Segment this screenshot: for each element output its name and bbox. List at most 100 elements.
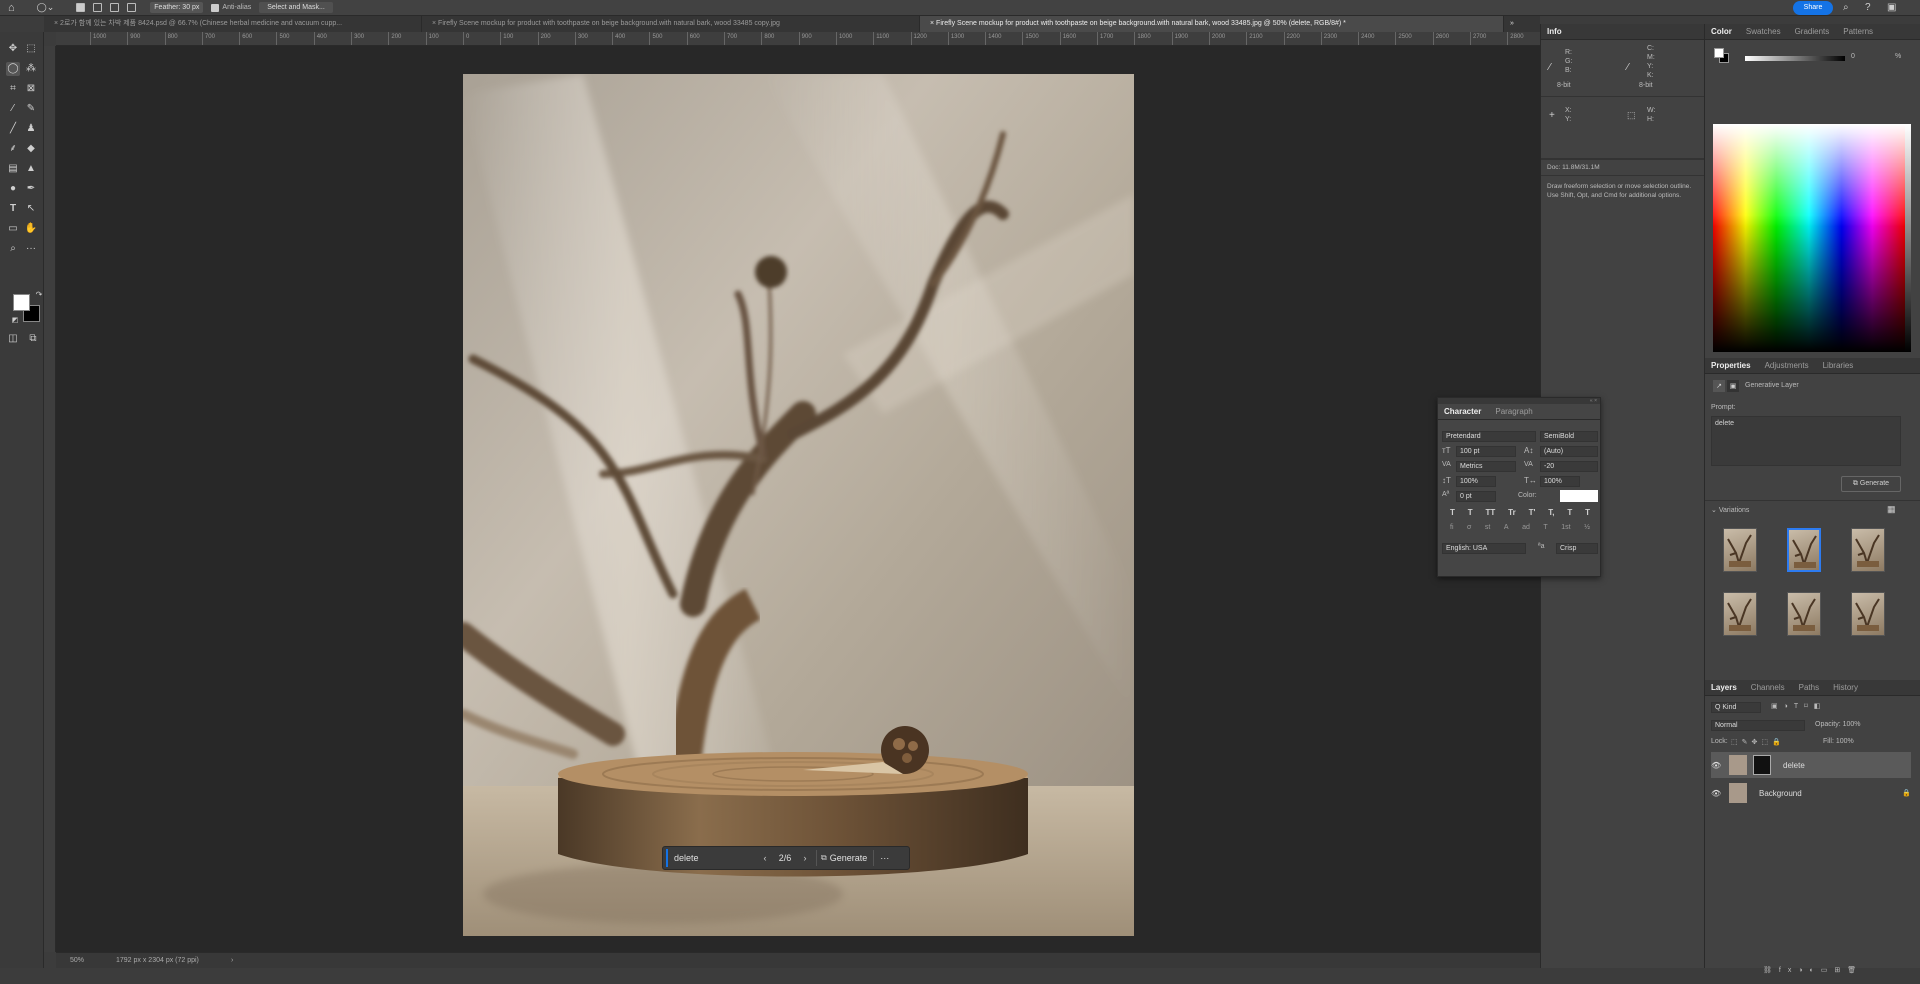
lasso-tool-icon[interactable]: ◯: [6, 62, 20, 76]
variation-thumbnail[interactable]: [1787, 528, 1821, 572]
tab-history[interactable]: History: [1833, 683, 1858, 692]
layer-kind-filter[interactable]: Q Kind: [1711, 702, 1761, 713]
home-icon[interactable]: ⌂: [8, 2, 15, 14]
opacity-field[interactable]: Opacity: 100%: [1815, 721, 1861, 728]
rectangle-tool-icon[interactable]: ▭: [6, 222, 20, 236]
stamp-tool-icon[interactable]: ♟: [24, 122, 38, 136]
tab-document-2[interactable]: × Firefly Scene mockup for product with …: [422, 16, 920, 32]
select-and-mask-button[interactable]: Select and Mask...: [259, 2, 333, 13]
blend-mode-select[interactable]: Normal: [1711, 720, 1805, 731]
tab-patterns[interactable]: Patterns: [1843, 27, 1873, 36]
brush-tool-icon[interactable]: ╱: [6, 122, 20, 136]
intersect-selection-icon[interactable]: [127, 3, 137, 12]
vertical-scale-field[interactable]: 100%: [1456, 476, 1496, 487]
tab-paragraph[interactable]: Paragraph: [1495, 407, 1532, 416]
screen-mode-icon[interactable]: ⧉: [26, 332, 40, 346]
tab-character[interactable]: Character: [1444, 407, 1481, 416]
more-options-button[interactable]: ···: [880, 853, 889, 863]
quick-mask-icon[interactable]: ◫: [6, 332, 20, 346]
type-tool-icon[interactable]: T: [6, 202, 20, 216]
eraser-tool-icon[interactable]: ◆: [24, 142, 38, 156]
type-style-button[interactable]: T: [1450, 508, 1455, 517]
variation-thumbnail[interactable]: [1723, 592, 1757, 636]
type-style-button[interactable]: T,: [1548, 508, 1554, 517]
blur-tool-icon[interactable]: ▲: [24, 162, 38, 176]
opentype-feature-button[interactable]: T: [1543, 524, 1547, 531]
fill-field[interactable]: Fill: 100%: [1823, 738, 1854, 745]
search-icon[interactable]: ⌕: [1843, 2, 1849, 13]
font-family-select[interactable]: Pretendard: [1442, 431, 1536, 442]
tab-properties[interactable]: Properties: [1711, 361, 1751, 370]
hue-slider[interactable]: [1745, 56, 1845, 61]
tab-libraries[interactable]: Libraries: [1823, 361, 1854, 370]
type-style-button[interactable]: Tr: [1508, 508, 1516, 517]
tracking-field[interactable]: -20: [1540, 461, 1598, 472]
gradient-tool-icon[interactable]: ▤: [6, 162, 20, 176]
share-button[interactable]: Share: [1793, 1, 1833, 15]
baseline-shift-field[interactable]: 0 pt: [1456, 491, 1496, 502]
type-style-button[interactable]: T: [1585, 508, 1590, 517]
tab-document-3[interactable]: × Firefly Scene mockup for product with …: [920, 16, 1504, 32]
frame-tool-icon[interactable]: ⊠: [24, 82, 38, 96]
tab-paths[interactable]: Paths: [1799, 683, 1819, 692]
crop-tool-icon[interactable]: ⌗: [6, 82, 20, 96]
variation-thumbnail[interactable]: [1787, 592, 1821, 636]
opentype-feature-button[interactable]: ½: [1584, 524, 1590, 531]
visibility-eye-icon[interactable]: 👁: [1711, 761, 1725, 770]
text-color-swatch[interactable]: [1560, 490, 1598, 502]
zoom-tool-icon[interactable]: ⌕: [6, 242, 20, 256]
tab-adjustments[interactable]: Adjustments: [1765, 361, 1809, 370]
path-select-icon[interactable]: ↖: [24, 202, 38, 216]
edit-toolbar-icon[interactable]: ···: [24, 242, 38, 256]
default-colors-icon[interactable]: ◩: [8, 314, 22, 328]
fg-swatch-mini[interactable]: [1714, 48, 1724, 58]
magic-wand-icon[interactable]: ⁂: [24, 62, 38, 76]
font-style-select[interactable]: SemiBold: [1540, 431, 1598, 442]
next-variation-icon[interactable]: ›: [798, 853, 812, 863]
tab-channels[interactable]: Channels: [1751, 683, 1785, 692]
document-image[interactable]: [463, 74, 1134, 936]
zoom-level[interactable]: 50%: [70, 953, 84, 969]
prompt-input[interactable]: delete: [674, 853, 758, 863]
type-style-button[interactable]: T': [1529, 508, 1536, 517]
opentype-feature-button[interactable]: 1st: [1561, 524, 1570, 531]
opentype-feature-button[interactable]: ad: [1522, 524, 1530, 531]
layer-filter-icons[interactable]: ▣◑T⌑◧: [1771, 702, 1826, 710]
dodge-tool-icon[interactable]: ●: [6, 182, 20, 196]
color-spectrum[interactable]: [1713, 124, 1905, 352]
opentype-feature-button[interactable]: A: [1504, 524, 1509, 531]
layer-row-background[interactable]: 👁 Background 🔒: [1711, 780, 1911, 806]
lock-icons[interactable]: ⬚✎✥⬚🔒: [1731, 738, 1785, 746]
opentype-feature-button[interactable]: fi: [1450, 524, 1454, 531]
opentype-feature-button[interactable]: st: [1485, 524, 1490, 531]
feather-field[interactable]: Feather: 30 px: [150, 2, 204, 13]
subtract-selection-icon[interactable]: [110, 3, 120, 12]
pen-tool-icon[interactable]: ✒: [24, 182, 38, 196]
tab-gradients[interactable]: Gradients: [1795, 27, 1830, 36]
tab-document-1[interactable]: × 2로가 함께 있는 차박 제품 8424.psd @ 66.7% (Chin…: [44, 16, 422, 32]
opentype-feature-button[interactable]: σ: [1467, 524, 1471, 531]
language-select[interactable]: English: USA: [1442, 543, 1526, 554]
document-dimensions[interactable]: 1792 px x 2304 px (72 ppi): [116, 953, 199, 969]
tabs-overflow-button[interactable]: »: [1504, 16, 1520, 32]
new-selection-icon[interactable]: [76, 3, 86, 12]
variation-thumbnail[interactable]: [1851, 528, 1885, 572]
brightness-bar[interactable]: [1905, 124, 1911, 352]
previous-variation-icon[interactable]: ‹: [758, 853, 772, 863]
leading-field[interactable]: (Auto): [1540, 446, 1598, 457]
history-brush-icon[interactable]: ⸙: [6, 142, 20, 156]
healing-brush-icon[interactable]: ✎: [24, 102, 38, 116]
add-selection-icon[interactable]: [93, 3, 103, 12]
kerning-field[interactable]: Metrics: [1456, 461, 1516, 472]
variation-thumbnail[interactable]: [1723, 528, 1757, 572]
status-menu-icon[interactable]: ›: [231, 953, 233, 969]
foreground-color-swatch[interactable]: [13, 294, 30, 311]
generate-button[interactable]: Generate: [830, 853, 868, 863]
anti-alias-select[interactable]: Crisp: [1556, 543, 1598, 554]
tab-color[interactable]: Color: [1711, 27, 1732, 36]
eyedropper-icon[interactable]: ⁄: [6, 102, 20, 116]
tab-swatches[interactable]: Swatches: [1746, 27, 1781, 36]
marquee-tool-icon[interactable]: ⬚: [24, 42, 38, 56]
horizontal-scale-field[interactable]: 100%: [1540, 476, 1580, 487]
lasso-tool-preset-icon[interactable]: ◯⌄: [37, 2, 55, 13]
